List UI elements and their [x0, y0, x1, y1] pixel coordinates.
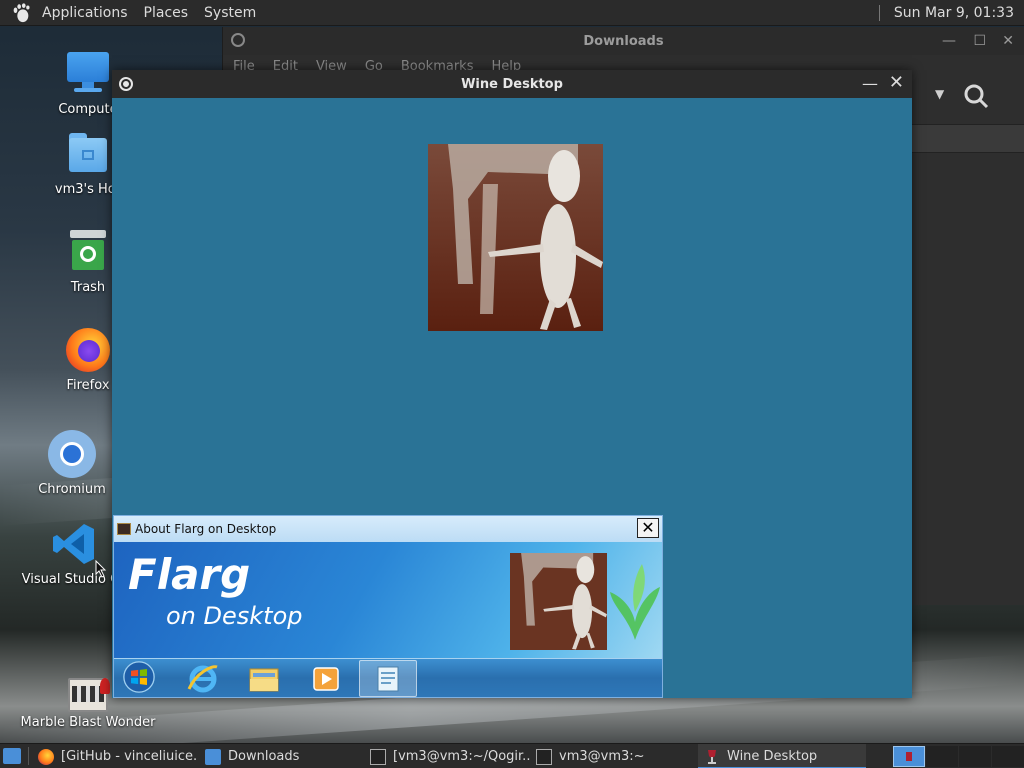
taskbar-item-github[interactable]: [GitHub - vinceliuice...	[38, 744, 198, 768]
taskbar-active-item	[359, 660, 417, 697]
marble-blast-icon	[64, 672, 112, 720]
flarg-image[interactable]	[428, 144, 603, 331]
desktop-icon-label: Chromium	[38, 482, 106, 497]
desktop-icon-label: Marble Blast Wonder	[20, 715, 156, 730]
banner-subtitle: on Desktop	[166, 602, 303, 630]
wine-desktop-window: Wine Desktop — ✕ About Flarg on Desktop …	[112, 70, 912, 698]
workspace-switcher-2[interactable]	[926, 746, 958, 767]
show-desktop-icon[interactable]	[3, 748, 21, 764]
minimize-icon[interactable]: —	[862, 74, 878, 93]
chromium-icon	[48, 430, 96, 478]
wine-window-title: Wine Desktop	[461, 76, 563, 92]
desktop-icon-label-wrap: Marble Blast Wonder	[0, 715, 176, 730]
workspace-switcher-1[interactable]	[893, 746, 925, 767]
minimize-icon[interactable]: —	[942, 33, 956, 49]
win7-taskbar-image	[114, 658, 662, 697]
maximize-icon[interactable]: ☐	[973, 33, 986, 49]
taskbar-item-label: Downloads	[228, 749, 300, 764]
home-folder-icon	[64, 130, 112, 178]
downloads-titlebar[interactable]: Downloads — ☐ ✕	[223, 27, 1024, 55]
top-panel: Applications Places System Sun Mar 9, 01…	[0, 0, 1024, 26]
explorer-folder-icon	[249, 668, 279, 692]
close-icon[interactable]: ✕	[889, 72, 904, 93]
folder-icon	[205, 748, 221, 765]
taskbar-item-terminal[interactable]: vm3@vm3:~	[536, 744, 691, 768]
about-dialog-titlebar[interactable]: About Flarg on Desktop ✕	[114, 516, 662, 542]
desktop-icon-chromium[interactable]: Chromium	[17, 430, 127, 497]
about-banner: Flarg on Desktop	[114, 542, 662, 658]
taskbar-item-label: [GitHub - vinceliuice...	[61, 749, 198, 764]
taskbar-item-label: Wine Desktop	[727, 749, 818, 764]
internet-explorer-icon	[187, 665, 218, 693]
chevron-down-icon[interactable]: ▼	[935, 87, 944, 101]
gnome-foot-icon[interactable]	[10, 2, 32, 24]
leaf-decoration-icon	[610, 564, 660, 640]
wine-glass-icon	[906, 752, 912, 761]
wine-glass-icon	[708, 749, 716, 764]
media-player-icon	[313, 667, 339, 691]
workspace-switcher-4[interactable]	[992, 746, 1024, 767]
about-dialog-title: About Flarg on Desktop	[135, 522, 277, 536]
panel-separator	[878, 5, 880, 21]
terminal-icon	[370, 748, 386, 765]
downloads-window-title: Downloads	[583, 33, 664, 49]
search-icon[interactable]	[963, 83, 989, 109]
menu-places[interactable]: Places	[136, 0, 197, 26]
firefox-icon	[38, 748, 54, 765]
terminal-icon	[536, 748, 552, 765]
panel-separator	[28, 747, 29, 765]
taskbar-item-label: vm3@vm3:~	[559, 749, 645, 764]
taskbar-item-label: [vm3@vm3:~/Qogir...	[393, 749, 530, 764]
about-dialog: About Flarg on Desktop ✕ Flarg on Deskto…	[113, 515, 663, 698]
flarg-thumbnail	[510, 553, 607, 650]
mouse-cursor-icon	[95, 560, 107, 578]
close-button[interactable]: ✕	[637, 518, 659, 538]
computer-icon	[64, 50, 112, 98]
vscode-icon	[50, 520, 98, 568]
firefox-icon	[64, 326, 112, 374]
trash-icon	[64, 228, 112, 276]
menu-system[interactable]: System	[196, 0, 264, 26]
notepad-icon	[377, 666, 399, 692]
clock[interactable]: Sun Mar 9, 01:33	[894, 5, 1024, 21]
close-icon[interactable]: ✕	[1002, 33, 1014, 49]
windows-start-orb-icon	[123, 661, 155, 693]
bottom-panel: [GitHub - vinceliuice... Downloads [vm3@…	[0, 743, 1024, 768]
taskbar-item-downloads[interactable]: Downloads	[205, 744, 360, 768]
menu-applications[interactable]: Applications	[34, 0, 136, 26]
wine-titlebar[interactable]: Wine Desktop — ✕	[112, 70, 912, 98]
workspace-switcher-3[interactable]	[959, 746, 991, 767]
taskbar-item-wine-desktop[interactable]: Wine Desktop	[698, 744, 866, 768]
top-panel-right: Sun Mar 9, 01:33	[878, 0, 1024, 26]
taskbar-item-terminal-qogir[interactable]: [vm3@vm3:~/Qogir...	[370, 744, 530, 768]
banner-title: Flarg	[128, 550, 251, 599]
app-icon	[117, 523, 131, 535]
